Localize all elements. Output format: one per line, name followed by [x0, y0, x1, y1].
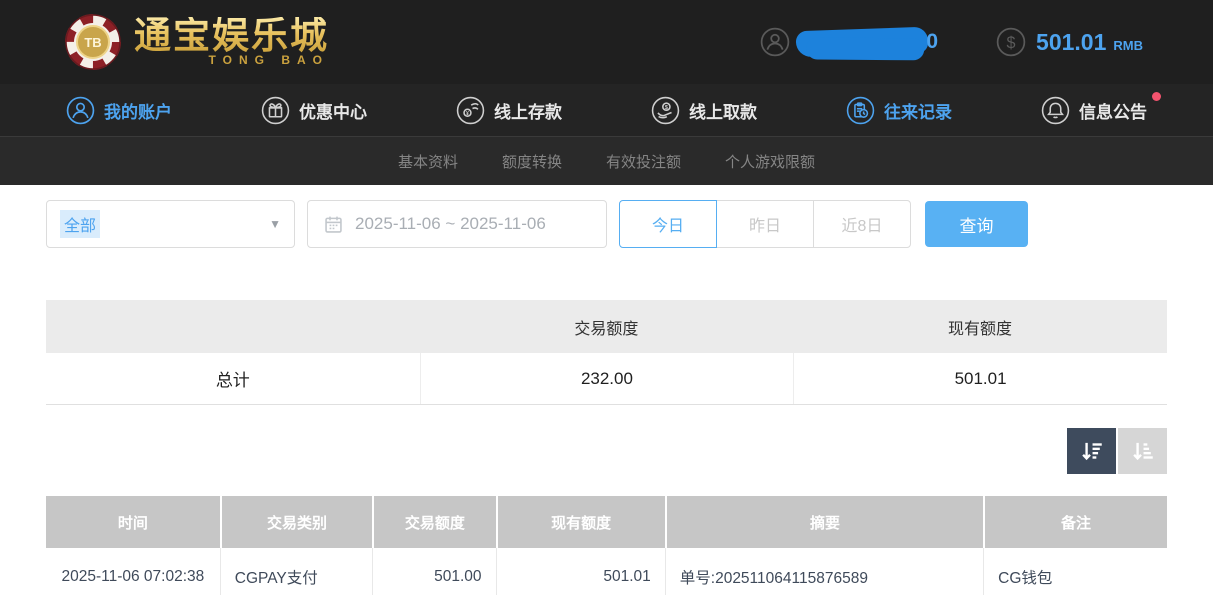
col-time: 时间: [46, 496, 220, 548]
main-nav: 我的账户 优惠中心 ¥ 线上存款: [0, 84, 1213, 137]
summary-col-transaction-amount: 交易额度: [420, 300, 794, 353]
sort-ascending-button[interactable]: [1118, 428, 1167, 474]
cell-remark: CG钱包: [983, 548, 1167, 595]
username-redaction-scribble: [796, 27, 929, 58]
sort-controls: [46, 428, 1167, 474]
summary-table-header: 交易额度 现有额度: [46, 300, 1167, 353]
nav-item-promotions[interactable]: 优惠中心: [261, 96, 367, 125]
cell-current-amount: 501.01: [496, 548, 665, 595]
page: TB 通宝娱乐城 TONG BAO 0 $: [0, 0, 1213, 595]
user-icon: [66, 96, 95, 125]
nav-label: 优惠中心: [299, 98, 367, 123]
col-transaction-type: 交易类别: [220, 496, 372, 548]
subnav-item-basic-info[interactable]: 基本资料: [398, 151, 458, 172]
username-display[interactable]: 0: [760, 27, 938, 57]
site-logo[interactable]: TB 通宝娱乐城 TONG BAO: [64, 13, 329, 71]
col-summary: 摘要: [665, 496, 983, 548]
summary-total-row: 总计 232.00 501.01: [46, 353, 1167, 405]
nav-label: 线上取款: [689, 98, 757, 123]
top-header: TB 通宝娱乐城 TONG BAO 0 $: [0, 0, 1213, 84]
records-table: 时间 交易类别 交易额度 现有额度 摘要 备注 2025-11-06 07:02…: [46, 496, 1167, 595]
nav-item-online-deposit[interactable]: ¥ 线上存款: [456, 96, 562, 125]
svg-text:$: $: [1007, 34, 1016, 52]
quick-range-group: 今日 昨日 近8日: [619, 200, 911, 248]
dollar-coin-icon: $: [996, 27, 1026, 57]
balance-currency: RMB: [1113, 32, 1143, 53]
clipboard-clock-icon: [846, 96, 875, 125]
balance-display[interactable]: $ 501.01 RMB: [996, 27, 1143, 57]
chip-label: TB: [84, 35, 101, 50]
nav-label: 线上存款: [494, 98, 562, 123]
notification-dot: [1152, 92, 1161, 101]
gift-icon: [261, 96, 290, 125]
cell-transaction-amount: 501.00: [372, 548, 495, 595]
summary-transaction-amount: 232.00: [420, 353, 794, 404]
poker-chip-logo-icon: TB: [64, 13, 122, 71]
range-button-today[interactable]: 今日: [619, 200, 717, 248]
sort-descending-icon: [1079, 438, 1105, 464]
date-range-value: 2025-11-06 ~ 2025-11-06: [355, 214, 546, 234]
summary-col-current-amount: 现有额度: [793, 300, 1167, 353]
subnav-item-valid-bets[interactable]: 有效投注额: [606, 151, 681, 172]
sort-ascending-icon: [1130, 438, 1156, 464]
nav-label: 我的账户: [104, 98, 172, 123]
table-row: 2025-11-06 07:02:38 CGPAY支付 501.00 501.0…: [46, 548, 1167, 595]
logo-text: 通宝娱乐城 TONG BAO: [134, 17, 329, 68]
col-current-amount: 现有额度: [496, 496, 665, 548]
date-range-input[interactable]: 2025-11-06 ~ 2025-11-06: [307, 200, 607, 248]
calendar-icon: [323, 214, 344, 235]
withdraw-coin-icon: $: [651, 96, 680, 125]
cell-time: 2025-11-06 07:02:38: [46, 548, 220, 595]
cell-summary: 单号:202511064115876589: [665, 548, 983, 595]
balance-amount: 501.01: [1036, 29, 1106, 56]
username-visible-suffix: 0: [926, 30, 938, 54]
type-select-value: 全部: [60, 210, 100, 238]
nav-item-online-withdrawal[interactable]: $ 线上取款: [651, 96, 757, 125]
nav-label: 往来记录: [884, 98, 952, 123]
type-select[interactable]: 全部 ▼: [46, 200, 295, 248]
range-button-yesterday[interactable]: 昨日: [716, 200, 814, 248]
svg-text:¥: ¥: [466, 110, 469, 116]
query-button[interactable]: 查询: [925, 201, 1028, 247]
site-title: 通宝娱乐城: [134, 17, 329, 56]
svg-text:$: $: [665, 104, 668, 110]
range-button-last-8-days[interactable]: 近8日: [813, 200, 911, 248]
bell-icon: [1041, 96, 1070, 125]
header-right: 0 $ 501.01 RMB: [760, 27, 1143, 57]
summary-total-label: 总计: [46, 353, 420, 404]
summary-current-amount: 501.01: [793, 353, 1167, 404]
nav-item-announcements[interactable]: 信息公告: [1041, 96, 1147, 125]
chevron-down-icon: ▼: [269, 217, 281, 231]
subnav-item-personal-game-limits[interactable]: 个人游戏限额: [725, 151, 815, 172]
summary-table: 交易额度 现有额度 总计 232.00 501.01: [46, 300, 1167, 405]
col-remark: 备注: [983, 496, 1167, 548]
main-content: 全部 ▼ 2025-11-06 ~ 2025-11-06 今日 昨日 近8日: [0, 200, 1213, 595]
nav-label: 信息公告: [1079, 98, 1147, 123]
deposit-coin-icon: ¥: [456, 96, 485, 125]
cell-transaction-type: CGPAY支付: [220, 548, 372, 595]
nav-item-my-account[interactable]: 我的账户: [66, 96, 172, 125]
nav-item-transaction-records[interactable]: 往来记录: [846, 96, 952, 125]
records-table-header: 时间 交易类别 交易额度 现有额度 摘要 备注: [46, 496, 1167, 548]
filter-row: 全部 ▼ 2025-11-06 ~ 2025-11-06 今日 昨日 近8日: [46, 200, 1167, 248]
site-subtitle: TONG BAO: [134, 53, 329, 67]
col-transaction-amount: 交易额度: [372, 496, 495, 548]
user-avatar-icon: [760, 27, 790, 57]
sub-nav: 基本资料 额度转换 有效投注额 个人游戏限额: [0, 137, 1213, 185]
subnav-item-credit-transfer[interactable]: 额度转换: [502, 151, 562, 172]
sort-descending-button[interactable]: [1067, 428, 1116, 474]
summary-col-empty: [46, 300, 420, 353]
